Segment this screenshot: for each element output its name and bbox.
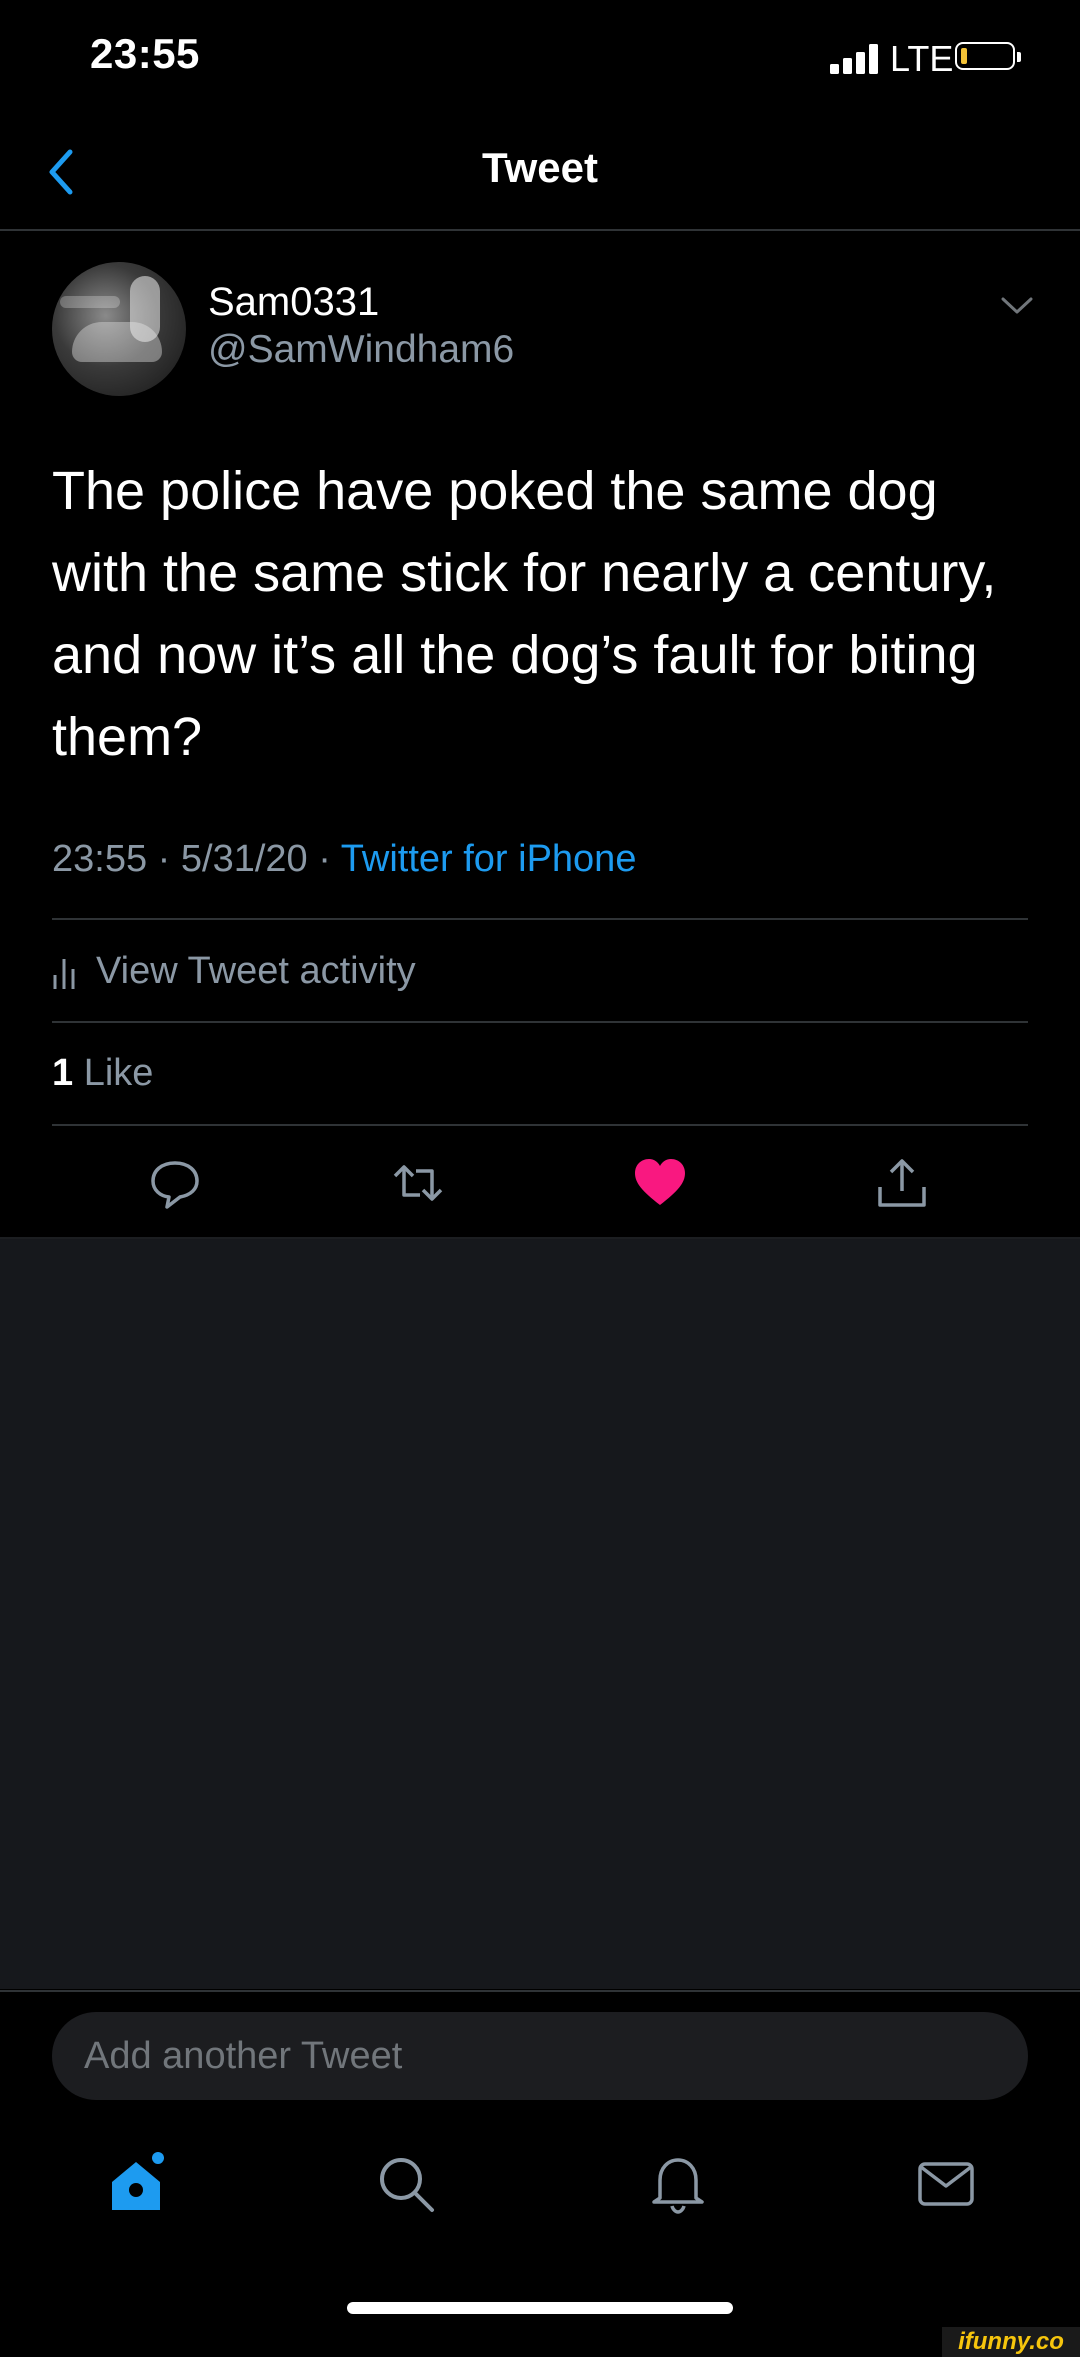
like-count-label: Like <box>83 1052 154 1094</box>
search-icon <box>380 2158 434 2212</box>
avatar[interactable] <box>52 262 186 396</box>
share-button[interactable] <box>874 1155 930 1211</box>
tweet-options-button[interactable] <box>1000 296 1034 316</box>
tab-notifications[interactable] <box>646 2152 710 2216</box>
like-button[interactable] <box>632 1155 688 1211</box>
divider <box>52 1124 1028 1126</box>
reply-button[interactable] <box>147 1155 203 1211</box>
author-display-name[interactable]: Sam0331 <box>208 280 379 325</box>
tab-home[interactable] <box>104 2152 168 2216</box>
signal-strength-icon <box>830 44 882 74</box>
replies-area <box>0 1239 1080 1989</box>
divider <box>52 918 1028 920</box>
home-icon <box>112 2152 164 2210</box>
reply-icon <box>151 1161 199 1209</box>
tab-messages[interactable] <box>914 2152 978 2216</box>
tweet-meta: 23:55 · 5/31/20 · Twitter for iPhone <box>52 838 636 881</box>
home-indicator <box>347 2302 733 2314</box>
likes-count[interactable]: 1 Like <box>52 1052 153 1095</box>
notifications-icon <box>652 2158 704 2214</box>
tweet-date: 5/31/20 <box>180 838 308 880</box>
network-type: LTE <box>890 38 954 79</box>
tab-search[interactable] <box>374 2152 438 2216</box>
author-handle[interactable]: @SamWindham6 <box>208 328 514 372</box>
meta-separator: · <box>318 838 331 880</box>
add-another-tweet-input[interactable]: Add another Tweet <box>52 2012 1028 2100</box>
messages-icon <box>918 2162 974 2206</box>
share-icon <box>878 1159 926 1207</box>
meta-separator: · <box>157 838 171 880</box>
heart-icon <box>635 1159 685 1205</box>
view-tweet-activity-button[interactable]: View Tweet activity <box>52 946 416 996</box>
nav-divider <box>0 229 1080 231</box>
battery-icon <box>955 42 1021 70</box>
analytics-icon <box>53 959 75 989</box>
retweet-button[interactable] <box>390 1155 446 1211</box>
status-time: 23:55 <box>90 30 200 77</box>
compose-placeholder: Add another Tweet <box>84 2034 403 2077</box>
divider <box>0 1990 1080 1992</box>
watermark: ifunny.co <box>942 2327 1080 2357</box>
tweet-source-link[interactable]: Twitter for iPhone <box>341 838 637 880</box>
chevron-down-icon <box>1001 297 1033 314</box>
divider <box>52 1021 1028 1023</box>
like-count-number: 1 <box>52 1052 74 1094</box>
tweet-text: The police have poked the same dog with … <box>52 461 997 767</box>
retweet-icon <box>393 1165 443 1201</box>
activity-label: View Tweet activity <box>96 949 416 992</box>
page-title: Tweet <box>482 144 598 191</box>
tweet-time: 23:55 <box>52 838 148 880</box>
